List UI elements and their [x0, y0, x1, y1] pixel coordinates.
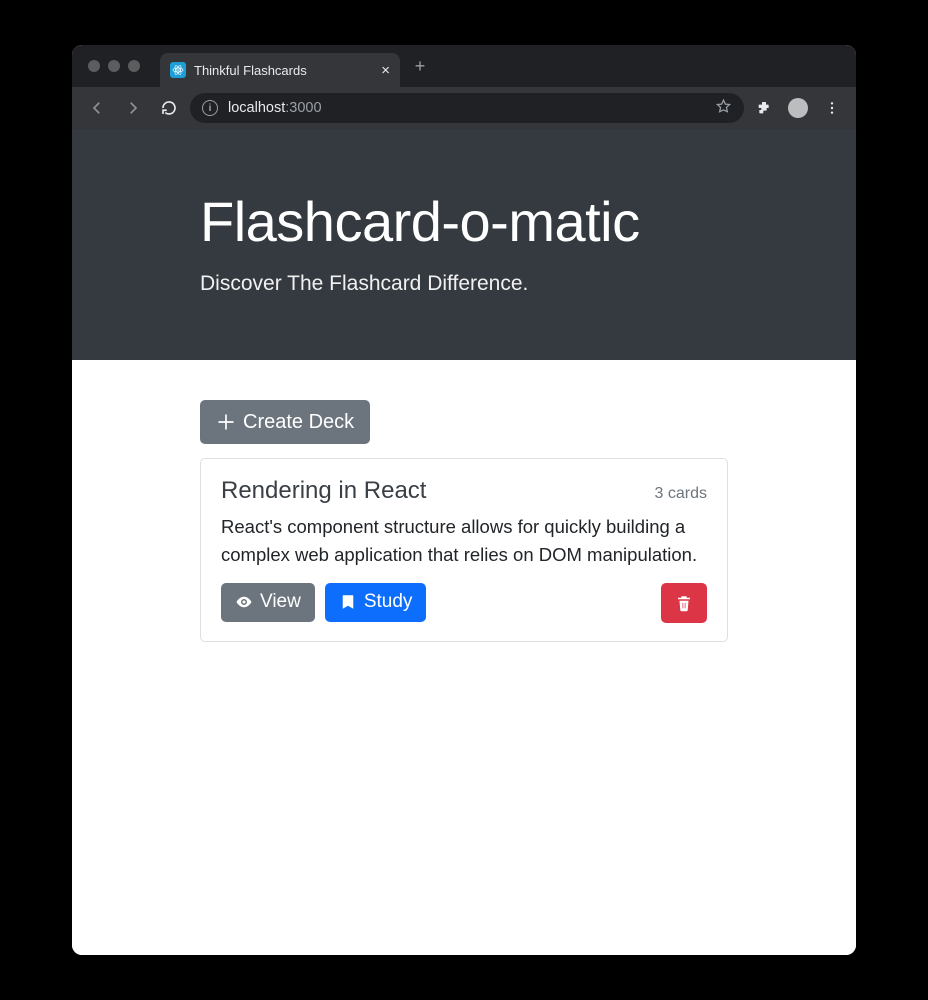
view-label: View: [260, 591, 301, 614]
window-close-dot[interactable]: [88, 60, 100, 72]
reload-button[interactable]: [154, 93, 184, 123]
window-minimize-dot[interactable]: [108, 60, 120, 72]
create-deck-button[interactable]: Create Deck: [200, 400, 370, 444]
eye-icon: [235, 593, 253, 611]
view-button[interactable]: View: [221, 583, 315, 622]
profile-avatar-icon[interactable]: [784, 94, 812, 122]
extensions-icon[interactable]: [750, 94, 778, 122]
create-deck-label: Create Deck: [243, 410, 354, 434]
browser-toolbar: i localhost:3000: [72, 87, 856, 129]
url-host: localhost: [228, 100, 285, 116]
page-header: Flashcard-o-matic Discover The Flashcard…: [72, 129, 856, 360]
deck-description: React's component structure allows for q…: [221, 513, 707, 569]
study-label: Study: [364, 591, 413, 614]
window-controls: [88, 60, 140, 72]
browser-tab[interactable]: Thinkful Flashcards ×: [160, 53, 400, 87]
site-info-icon[interactable]: i: [202, 100, 218, 116]
close-tab-icon[interactable]: ×: [381, 63, 390, 78]
main-content: Create Deck Rendering in React 3 cards R…: [184, 360, 744, 642]
deck-card-count: 3 cards: [655, 485, 707, 503]
browser-window: Thinkful Flashcards × + i localhost:3000: [72, 45, 856, 955]
address-bar[interactable]: i localhost:3000: [190, 93, 744, 123]
app-tagline: Discover The Flashcard Difference.: [200, 272, 728, 296]
tab-title: Thinkful Flashcards: [194, 63, 373, 78]
plus-icon: [216, 412, 236, 432]
back-button[interactable]: [82, 93, 112, 123]
deck-actions: View Study: [221, 583, 707, 623]
deck-card: Rendering in React 3 cards React's compo…: [200, 458, 728, 642]
deck-title: Rendering in React: [221, 477, 426, 505]
tab-strip: Thinkful Flashcards × +: [72, 45, 856, 87]
page-viewport: Flashcard-o-matic Discover The Flashcard…: [72, 129, 856, 955]
app-title: Flashcard-o-matic: [200, 189, 728, 254]
trash-icon: [675, 593, 693, 613]
bookmark-icon: [339, 593, 357, 611]
browser-menu-icon[interactable]: [818, 94, 846, 122]
bookmark-star-icon[interactable]: [715, 98, 732, 119]
forward-button[interactable]: [118, 93, 148, 123]
url-port: :3000: [285, 100, 321, 116]
delete-button[interactable]: [661, 583, 707, 623]
window-zoom-dot[interactable]: [128, 60, 140, 72]
url-text: localhost:3000: [228, 100, 705, 116]
study-button[interactable]: Study: [325, 583, 427, 622]
new-tab-button[interactable]: +: [406, 52, 434, 80]
react-favicon-icon: [170, 62, 186, 78]
